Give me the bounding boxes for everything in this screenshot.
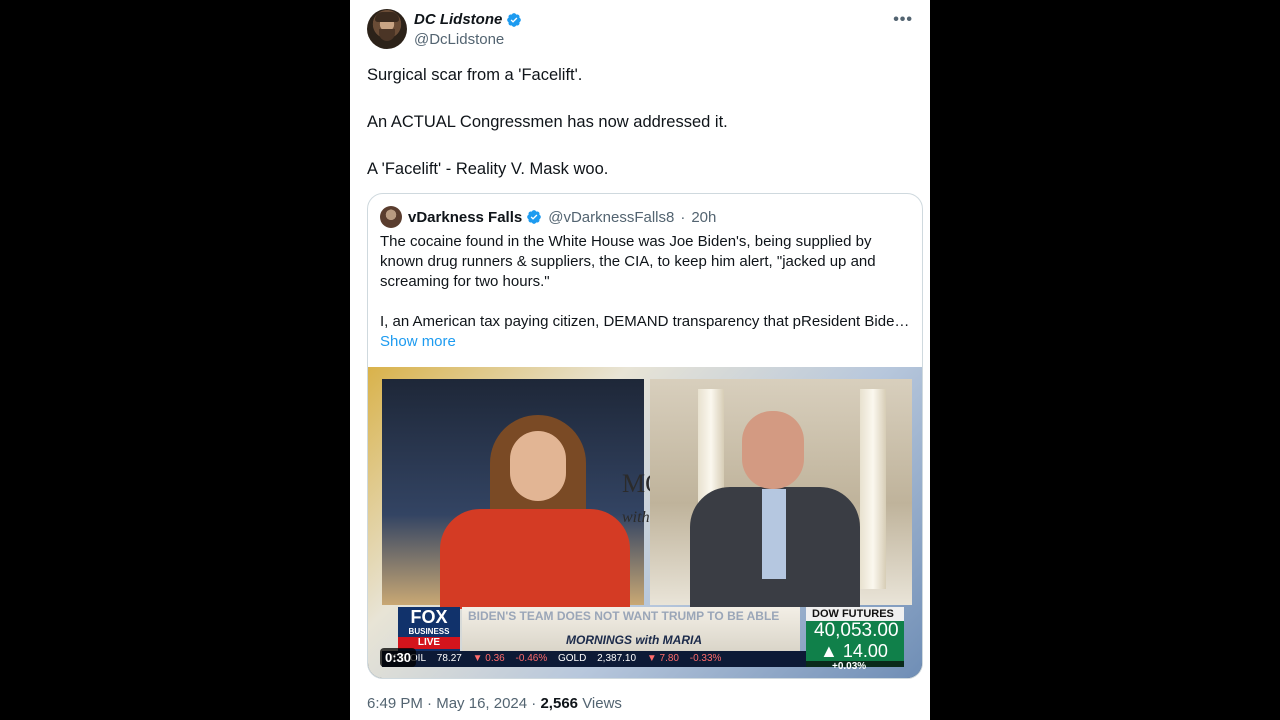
quoted-paragraph: I, an American tax paying citizen, DEMAN… [380,313,912,330]
views-count: 2,566 [540,695,579,712]
tweet-line: Surgical scar from a 'Facelift'. [367,66,583,84]
show-more-link[interactable]: Show more [380,332,912,352]
author-display-name[interactable]: DC Lidstone [414,11,502,28]
tweet-meta: 6:49 PM · May 16, 2024 · 2,566 Views [367,695,622,712]
tweet-text: Surgical scar from a 'Facelift'. An ACTU… [367,64,913,205]
market-ticker: UDE OIL 78.27 ▼ 0.36 -0.46% GOLD 2,387.1… [382,651,806,667]
tweet-line: A 'Facelift' - Reality V. Mask woo. [367,160,609,178]
author-name-row: DC Lidstone [414,11,522,28]
views-label: Views [582,695,622,712]
video-anchor-panel: MOR with M [382,379,681,609]
quoted-author-avatar [380,206,402,228]
video-guest-panel [650,379,912,607]
tweet-card: DC Lidstone @DcLidstone ••• Surgical sca… [350,0,930,720]
quoted-author-handle[interactable]: @vDarknessFalls8 [548,209,674,226]
quoted-tweet-body: The cocaine found in the White House was… [380,232,912,352]
video-lower-third: FOX BUSINESS LIVE BIDEN'S TEAM DOES NOT … [382,605,912,672]
meta-separator: · [427,695,433,712]
time-separator: · [680,208,686,226]
dow-futures-box: DOW FUTURES 40,053.00 ▲ 14.00 +0.03% [806,607,904,672]
author-handle[interactable]: @DcLidstone [414,31,504,48]
verified-badge-icon [507,12,522,27]
quoted-tweet-header: vDarkness Falls @vDarknessFalls8 · 20h [380,206,716,228]
quoted-tweet[interactable]: vDarkness Falls @vDarknessFalls8 · 20h T… [367,193,923,679]
tweet-time[interactable]: 6:49 PM [367,695,423,712]
quoted-paragraph: The cocaine found in the White House was… [380,233,876,290]
quoted-author-name[interactable]: vDarkness Falls [408,209,522,226]
video-duration-badge: 0:30 [380,648,417,667]
video-player[interactable]: MOR with M FOX BUSINESS LIVE BIDEN'S TEA [368,367,922,678]
more-options-icon[interactable]: ••• [893,11,913,29]
meta-separator: · [531,695,537,712]
tweet-line: An ACTUAL Congressmen has now addressed … [367,113,728,131]
author-avatar[interactable] [367,9,407,49]
network-logo: FOX BUSINESS LIVE [398,607,460,651]
tweet-header: DC Lidstone @DcLidstone ••• [367,9,913,51]
verified-badge-icon [527,210,542,224]
tweet-date[interactable]: May 16, 2024 [436,695,527,712]
headline-banner: BIDEN'S TEAM DOES NOT WANT TRUMP TO BE A… [462,607,800,651]
quoted-tweet-time[interactable]: 20h [691,209,716,226]
